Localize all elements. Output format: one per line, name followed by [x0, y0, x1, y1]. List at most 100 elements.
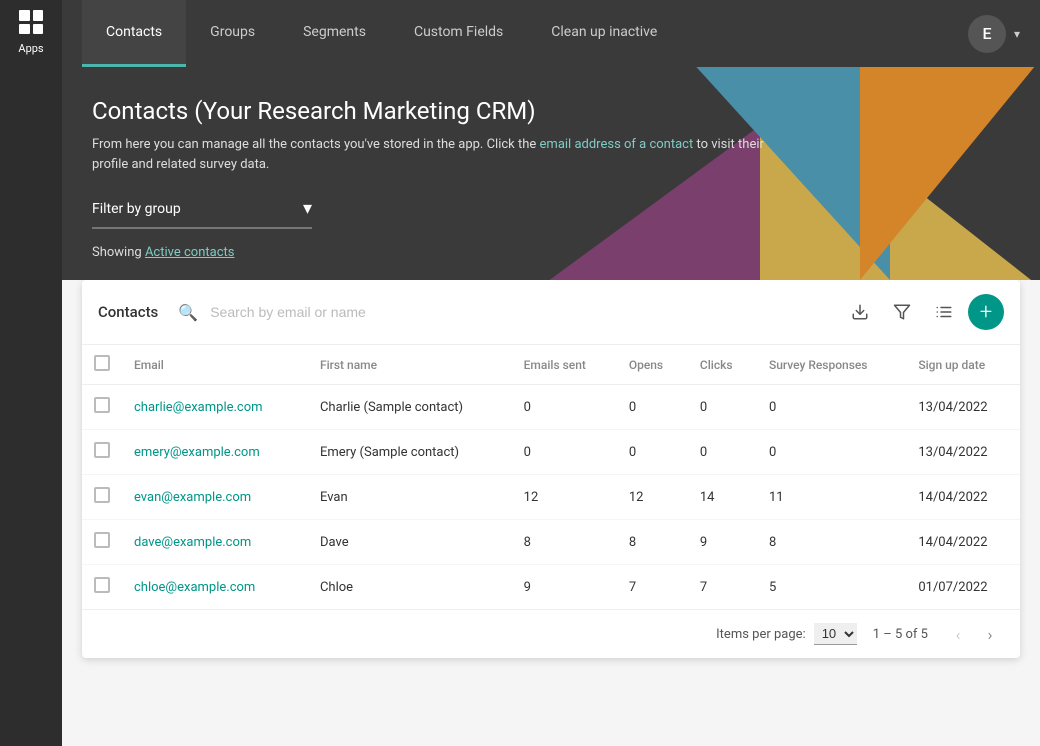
- items-per-page: Items per page: 10 25 50: [716, 623, 857, 645]
- search-icon: 🔍: [178, 303, 198, 322]
- active-contacts-link[interactable]: Active contacts: [145, 245, 235, 260]
- user-area: E ▾: [968, 15, 1020, 53]
- main-content: Contacts Groups Segments Custom Fields C…: [62, 0, 1040, 746]
- user-dropdown-arrow[interactable]: ▾: [1014, 27, 1020, 41]
- email-link[interactable]: evan@example.com: [134, 490, 251, 505]
- sidebar: Apps: [0, 0, 62, 746]
- row-clicks: 9: [688, 520, 757, 565]
- row-emails-sent: 0: [512, 385, 617, 430]
- select-all-header: [82, 345, 122, 385]
- table-body: charlie@example.com Charlie (Sample cont…: [82, 385, 1020, 610]
- col-first-name: First name: [308, 345, 512, 385]
- row-survey-responses: 11: [757, 475, 906, 520]
- row-survey-responses: 5: [757, 565, 906, 610]
- row-checkbox[interactable]: [94, 577, 110, 593]
- col-survey-responses: Survey Responses: [757, 345, 906, 385]
- row-first-name: Evan: [308, 475, 512, 520]
- row-survey-responses: 8: [757, 520, 906, 565]
- email-link-hero[interactable]: email address of a contact: [540, 137, 694, 152]
- row-emails-sent: 12: [512, 475, 617, 520]
- table-row: evan@example.com Evan 12 12 14 11 14/04/…: [82, 475, 1020, 520]
- table-header-row: Email First name Emails sent Opens Click…: [82, 345, 1020, 385]
- tab-clean-up[interactable]: Clean up inactive: [527, 0, 681, 67]
- row-opens: 7: [617, 565, 688, 610]
- row-checkbox[interactable]: [94, 532, 110, 548]
- contacts-table: Email First name Emails sent Opens Click…: [82, 345, 1020, 609]
- showing-text: Showing Active contacts: [92, 245, 1010, 260]
- sidebar-apps-item[interactable]: Apps: [18, 10, 43, 55]
- table-header: Contacts 🔍: [82, 280, 1020, 345]
- top-nav: Contacts Groups Segments Custom Fields C…: [62, 0, 1040, 67]
- row-opens: 12: [617, 475, 688, 520]
- contacts-table-section: Contacts 🔍: [82, 280, 1020, 658]
- filter-dropdown-arrow-icon: ▾: [303, 198, 312, 219]
- row-survey-responses: 0: [757, 385, 906, 430]
- row-checkbox-cell: [82, 430, 122, 475]
- download-button[interactable]: [842, 294, 878, 330]
- apps-grid-icon: [19, 10, 43, 34]
- apps-label: Apps: [18, 42, 43, 55]
- select-all-checkbox[interactable]: [94, 355, 110, 371]
- row-checkbox[interactable]: [94, 487, 110, 503]
- email-link[interactable]: chloe@example.com: [134, 580, 255, 595]
- row-sign-up-date: 13/04/2022: [906, 430, 1020, 475]
- toolbar-icons: +: [842, 294, 1004, 330]
- row-opens: 0: [617, 430, 688, 475]
- row-emails-sent: 8: [512, 520, 617, 565]
- row-clicks: 14: [688, 475, 757, 520]
- tab-groups[interactable]: Groups: [186, 0, 279, 67]
- row-sign-up-date: 13/04/2022: [906, 385, 1020, 430]
- items-per-page-label: Items per page:: [716, 627, 806, 642]
- row-checkbox-cell: [82, 385, 122, 430]
- row-checkbox-cell: [82, 475, 122, 520]
- row-email: evan@example.com: [122, 475, 308, 520]
- row-opens: 8: [617, 520, 688, 565]
- row-first-name: Emery (Sample contact): [308, 430, 512, 475]
- col-clicks: Clicks: [688, 345, 757, 385]
- hero-section: Contacts (Your Research Marketing CRM) F…: [62, 67, 1040, 280]
- row-sign-up-date: 14/04/2022: [906, 475, 1020, 520]
- row-clicks: 7: [688, 565, 757, 610]
- row-checkbox[interactable]: [94, 397, 110, 413]
- row-checkbox[interactable]: [94, 442, 110, 458]
- pagination: Items per page: 10 25 50 1 – 5 of 5 ‹ ›: [82, 609, 1020, 658]
- email-link[interactable]: dave@example.com: [134, 535, 251, 550]
- next-page-button[interactable]: ›: [976, 620, 1004, 648]
- tab-custom-fields[interactable]: Custom Fields: [390, 0, 527, 67]
- row-survey-responses: 0: [757, 430, 906, 475]
- col-opens: Opens: [617, 345, 688, 385]
- table-title: Contacts: [98, 303, 158, 321]
- row-first-name: Charlie (Sample contact): [308, 385, 512, 430]
- col-emails-sent: Emails sent: [512, 345, 617, 385]
- email-link[interactable]: emery@example.com: [134, 445, 260, 460]
- page-range-text: 1 – 5 of 5: [873, 627, 928, 642]
- filter-button[interactable]: [884, 294, 920, 330]
- search-input[interactable]: [210, 304, 830, 320]
- col-email: Email: [122, 345, 308, 385]
- table-row: charlie@example.com Charlie (Sample cont…: [82, 385, 1020, 430]
- page-title: Contacts (Your Research Marketing CRM): [92, 97, 1010, 125]
- row-checkbox-cell: [82, 520, 122, 565]
- row-clicks: 0: [688, 385, 757, 430]
- row-emails-sent: 9: [512, 565, 617, 610]
- row-opens: 0: [617, 385, 688, 430]
- row-email: charlie@example.com: [122, 385, 308, 430]
- hero-description: From here you can manage all the contact…: [92, 135, 792, 174]
- col-sign-up-date: Sign up date: [906, 345, 1020, 385]
- per-page-select[interactable]: 10 25 50: [814, 623, 857, 645]
- prev-page-button[interactable]: ‹: [944, 620, 972, 648]
- row-sign-up-date: 14/04/2022: [906, 520, 1020, 565]
- row-email: dave@example.com: [122, 520, 308, 565]
- row-first-name: Dave: [308, 520, 512, 565]
- sort-button[interactable]: [926, 294, 962, 330]
- table-row: emery@example.com Emery (Sample contact)…: [82, 430, 1020, 475]
- filter-label: Filter by group: [92, 201, 181, 217]
- add-contact-button[interactable]: +: [968, 294, 1004, 330]
- tab-contacts[interactable]: Contacts: [82, 0, 186, 67]
- email-link[interactable]: charlie@example.com: [134, 400, 263, 415]
- avatar[interactable]: E: [968, 15, 1006, 53]
- filter-by-group-dropdown[interactable]: Filter by group ▾: [92, 198, 312, 229]
- row-clicks: 0: [688, 430, 757, 475]
- page-navigation: ‹ ›: [944, 620, 1004, 648]
- tab-segments[interactable]: Segments: [279, 0, 390, 67]
